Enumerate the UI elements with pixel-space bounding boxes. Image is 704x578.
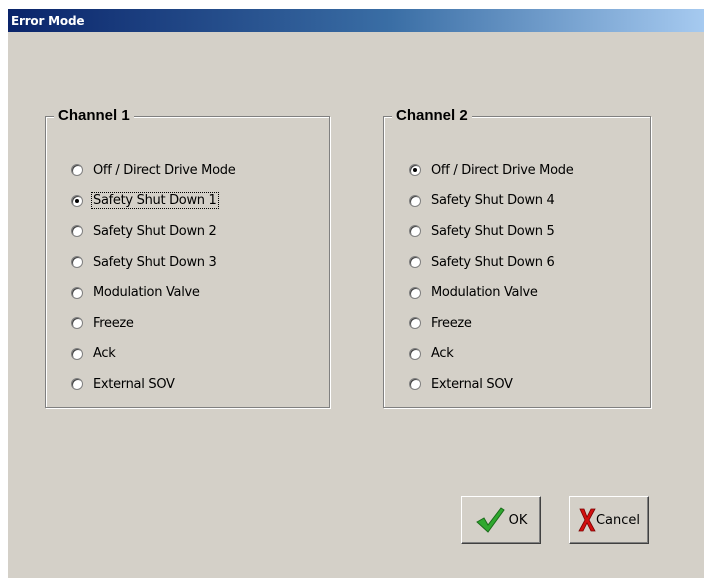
channel-2-options: Off / Direct Drive Mode Safety Shut Down … — [409, 155, 574, 400]
radio-label[interactable]: Safety Shut Down 4 — [430, 193, 556, 208]
radio-button[interactable] — [71, 164, 83, 177]
radio-label[interactable]: External SOV — [430, 377, 514, 392]
radio-label[interactable]: Ack — [430, 346, 454, 361]
radio-option[interactable]: Ack — [71, 339, 236, 370]
radio-label[interactable]: Safety Shut Down 6 — [430, 255, 556, 270]
radio-label[interactable]: External SOV — [92, 377, 176, 392]
radio-option[interactable]: Modulation Valve — [71, 277, 236, 308]
radio-label[interactable]: Modulation Valve — [430, 285, 539, 300]
radio-option[interactable]: Modulation Valve — [409, 277, 574, 308]
radio-option[interactable]: Safety Shut Down 2 — [71, 216, 236, 247]
radio-option[interactable]: Safety Shut Down 5 — [409, 216, 574, 247]
cancel-label: Cancel — [595, 512, 641, 528]
radio-button[interactable] — [71, 317, 83, 330]
radio-option[interactable]: Safety Shut Down 4 — [409, 186, 574, 217]
radio-button[interactable] — [71, 378, 83, 391]
checkmark-icon — [475, 506, 505, 534]
radio-button[interactable] — [409, 256, 421, 269]
radio-button[interactable] — [409, 286, 421, 299]
channel-2-title: Channel 2 — [392, 106, 472, 126]
radio-button-selected[interactable] — [409, 164, 421, 177]
radio-label[interactable]: Safety Shut Down 2 — [92, 224, 218, 239]
error-mode-dialog: Error Mode Channel 1 Off / Direct Drive … — [8, 9, 704, 578]
radio-option[interactable]: Freeze — [409, 308, 574, 339]
radio-option[interactable]: Safety Shut Down 3 — [71, 247, 236, 278]
radio-label[interactable]: Safety Shut Down 1 — [91, 192, 219, 210]
radio-option[interactable]: External SOV — [409, 369, 574, 400]
cancel-button[interactable]: Cancel — [569, 496, 649, 544]
radio-option[interactable]: Freeze — [71, 308, 236, 339]
channel-1-title: Channel 1 — [54, 106, 134, 126]
channel-1-group: Channel 1 Off / Direct Drive Mode Safety … — [45, 106, 330, 408]
radio-option[interactable]: External SOV — [71, 369, 236, 400]
radio-button[interactable] — [71, 286, 83, 299]
radio-option[interactable]: Safety Shut Down 1 — [71, 186, 236, 217]
window-title: Error Mode — [11, 13, 85, 28]
radio-option[interactable]: Off / Direct Drive Mode — [409, 155, 574, 186]
radio-option[interactable]: Off / Direct Drive Mode — [71, 155, 236, 186]
channel-2-group: Channel 2 Off / Direct Drive Mode Safety … — [383, 106, 651, 408]
radio-label[interactable]: Off / Direct Drive Mode — [92, 163, 236, 178]
channel-1-options: Off / Direct Drive Mode Safety Shut Down … — [71, 155, 236, 400]
ok-label: OK — [508, 512, 528, 528]
radio-label[interactable]: Modulation Valve — [92, 285, 201, 300]
radio-option[interactable]: Safety Shut Down 6 — [409, 247, 574, 278]
radio-button[interactable] — [409, 378, 421, 391]
radio-label[interactable]: Safety Shut Down 3 — [92, 255, 218, 270]
radio-button-selected[interactable] — [71, 194, 83, 207]
radio-option[interactable]: Ack — [409, 339, 574, 370]
radio-label[interactable]: Freeze — [430, 316, 473, 331]
x-icon — [578, 507, 596, 533]
radio-button[interactable] — [71, 256, 83, 269]
radio-label[interactable]: Safety Shut Down 5 — [430, 224, 556, 239]
radio-button[interactable] — [409, 317, 421, 330]
ok-button[interactable]: OK — [461, 496, 541, 544]
radio-button[interactable] — [71, 347, 83, 360]
radio-label[interactable]: Freeze — [92, 316, 135, 331]
radio-label[interactable]: Ack — [92, 346, 116, 361]
radio-button[interactable] — [409, 194, 421, 207]
radio-button[interactable] — [409, 225, 421, 238]
radio-label[interactable]: Off / Direct Drive Mode — [430, 163, 574, 178]
title-bar[interactable]: Error Mode — [8, 9, 704, 32]
radio-button[interactable] — [409, 347, 421, 360]
radio-button[interactable] — [71, 225, 83, 238]
